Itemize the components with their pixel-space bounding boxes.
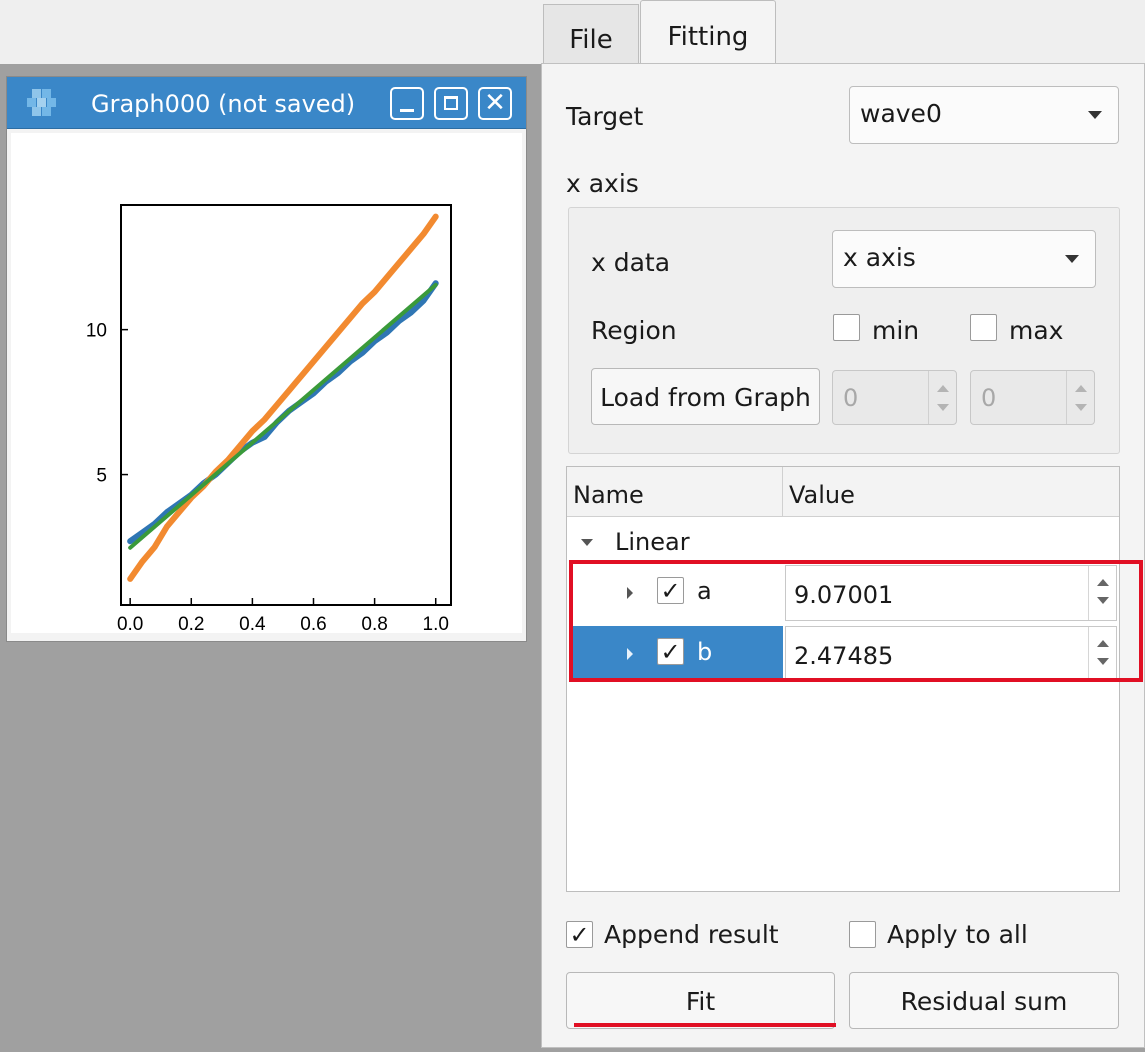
region-label: Region bbox=[591, 316, 677, 345]
highlight-annotation-box bbox=[569, 560, 1143, 682]
line-chart: 0.0 0.2 0.4 0.6 0.8 1.0 5 10 bbox=[86, 204, 452, 635]
tab-file[interactable]: File bbox=[543, 4, 639, 64]
column-header-name[interactable]: Name bbox=[567, 467, 783, 517]
tab-fitting[interactable]: Fitting bbox=[640, 0, 776, 65]
spin-up-icon bbox=[937, 385, 949, 392]
x-tick-label: 0.2 bbox=[178, 614, 204, 633]
residual-sum-button[interactable]: Residual sum bbox=[849, 972, 1119, 1029]
close-button[interactable]: ✕ bbox=[478, 87, 512, 120]
minimize-button[interactable] bbox=[390, 87, 424, 120]
x-data-label: x data bbox=[591, 248, 671, 277]
x-axis-section-label: x axis bbox=[566, 169, 639, 198]
maximize-icon bbox=[444, 96, 458, 110]
tab-strip: File Fitting bbox=[538, 0, 1145, 65]
x-tick-label: 0.0 bbox=[117, 614, 143, 633]
region-min-label: min bbox=[872, 316, 920, 345]
region-max-label: max bbox=[1009, 316, 1064, 345]
maximize-button[interactable] bbox=[434, 87, 468, 120]
region-min-checkbox[interactable] bbox=[833, 314, 860, 341]
target-select[interactable]: wave0 bbox=[849, 86, 1119, 144]
app-cube-icon bbox=[27, 89, 56, 116]
top-strip bbox=[0, 0, 545, 64]
close-icon: ✕ bbox=[484, 88, 506, 118]
fit-button[interactable]: Fit bbox=[566, 972, 835, 1029]
x-data-select-value: x axis bbox=[843, 243, 916, 272]
x-data-select[interactable]: x axis bbox=[832, 230, 1096, 288]
x-tick-label: 1.0 bbox=[423, 614, 449, 633]
graph-titlebar[interactable]: Graph000 (not saved) ✕ bbox=[7, 77, 526, 129]
region-min-spinbox[interactable]: 0 bbox=[832, 370, 957, 425]
x-tick-label: 0.8 bbox=[361, 614, 387, 633]
graph-canvas[interactable]: 0.0 0.2 0.4 0.6 0.8 1.0 5 10 bbox=[11, 133, 522, 635]
fit-underline-annotation bbox=[574, 1023, 836, 1027]
spin-down-icon bbox=[1075, 404, 1087, 411]
plot-frame bbox=[120, 204, 452, 606]
y-tick-label: 10 bbox=[86, 321, 107, 342]
spin-arrows[interactable] bbox=[1066, 371, 1094, 424]
target-label: Target bbox=[566, 102, 644, 131]
tree-group-row[interactable]: Linear bbox=[567, 521, 1119, 565]
fitting-panel: Target wave0 x axis x data x axis Region… bbox=[541, 63, 1145, 1048]
x-tick-label: 0.4 bbox=[239, 614, 266, 633]
x-axis-group: x data x axis Region min max Load from G… bbox=[568, 207, 1120, 454]
region-min-value: 0 bbox=[843, 384, 859, 412]
y-tick-label: 5 bbox=[96, 466, 107, 487]
load-from-graph-button[interactable]: Load from Graph bbox=[591, 368, 820, 425]
append-result-label: Append result bbox=[604, 920, 779, 949]
apply-to-all-checkbox[interactable] bbox=[849, 921, 876, 948]
apply-to-all-label: Apply to all bbox=[887, 920, 1028, 949]
region-max-spinbox[interactable]: 0 bbox=[970, 370, 1095, 425]
append-result-checkbox[interactable]: ✓ bbox=[566, 921, 593, 948]
target-select-value: wave0 bbox=[860, 99, 942, 128]
graph-window-title: Graph000 (not saved) bbox=[91, 90, 356, 118]
spin-down-icon bbox=[937, 404, 949, 411]
tree-group-label: Linear bbox=[615, 528, 690, 556]
chevron-down-icon bbox=[1065, 255, 1079, 263]
chevron-down-icon bbox=[1088, 111, 1102, 119]
region-max-value: 0 bbox=[981, 384, 997, 412]
expand-arrow-icon[interactable] bbox=[581, 539, 593, 546]
graph-window[interactable]: Graph000 (not saved) ✕ 0.0 0.2 0.4 0.6 0.8 1.… bbox=[6, 76, 527, 642]
spin-up-icon bbox=[1075, 385, 1087, 392]
minimize-icon bbox=[400, 109, 414, 112]
region-max-checkbox[interactable] bbox=[970, 314, 997, 341]
tree-header: Name Value bbox=[567, 467, 1119, 517]
x-tick-label: 0.6 bbox=[300, 614, 326, 633]
column-header-value[interactable]: Value bbox=[783, 467, 855, 517]
spin-arrows[interactable] bbox=[928, 371, 956, 424]
